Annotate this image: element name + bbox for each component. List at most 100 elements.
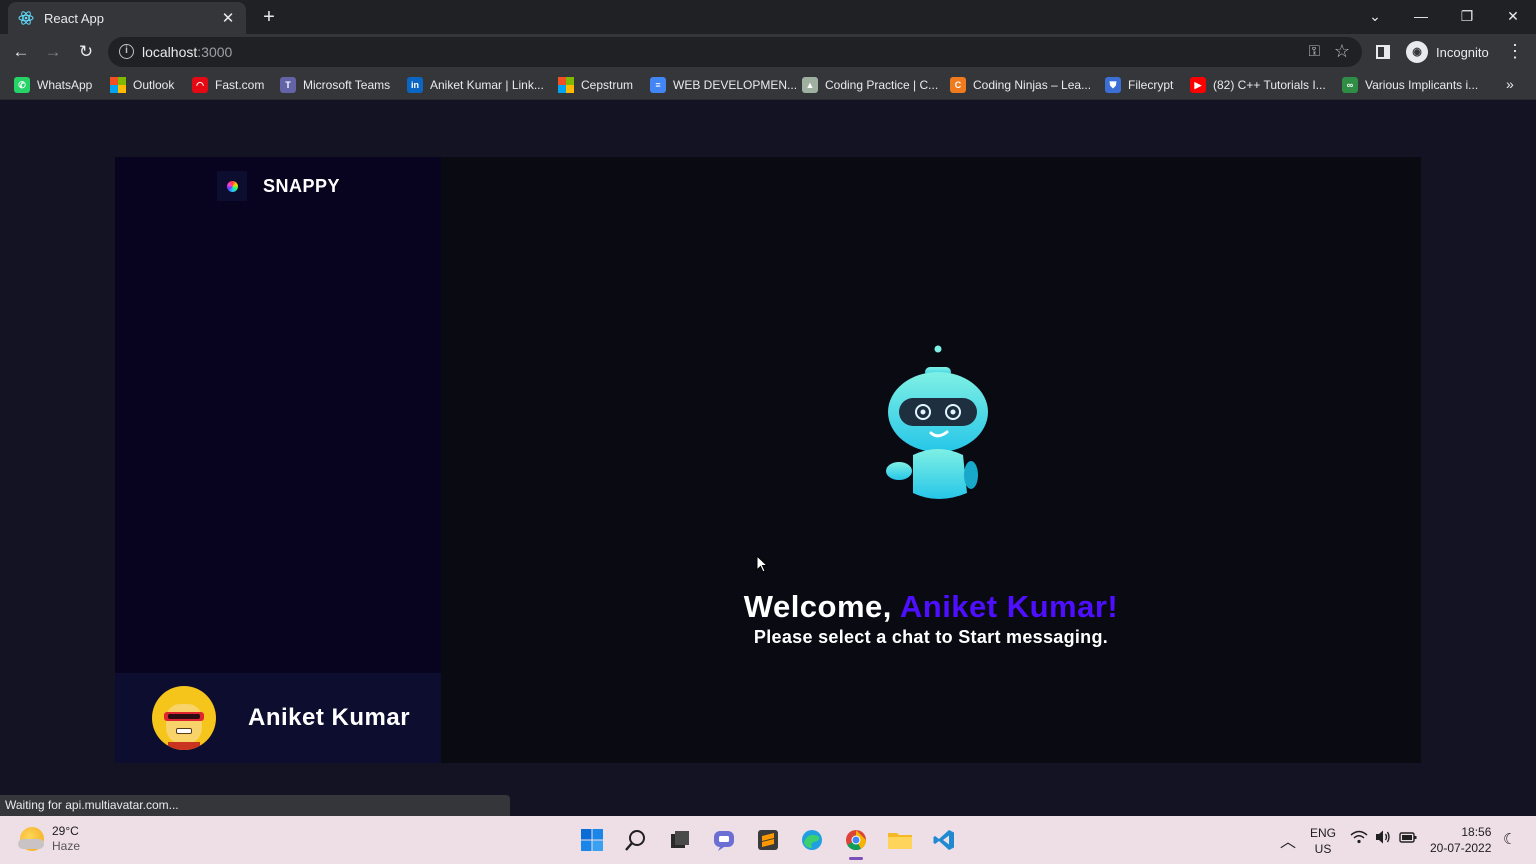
- current-user-name: Aniket Kumar: [248, 704, 411, 731]
- tab-title: React App: [44, 10, 104, 26]
- close-window-button[interactable]: ✕: [1490, 0, 1536, 32]
- sublime-text-icon[interactable]: [754, 826, 782, 854]
- bookmark-item[interactable]: ▶ (82) C++ Tutorials I...: [1190, 76, 1326, 94]
- brand: SNAPPY: [217, 171, 340, 201]
- bookmark-item[interactable]: ∞ Various Implicants i...: [1342, 76, 1478, 94]
- input-language[interactable]: ENG US: [1310, 825, 1336, 857]
- bookmark-label: (82) C++ Tutorials I...: [1213, 78, 1326, 92]
- bookmark-label: WEB DEVELOPMEN...: [673, 78, 798, 92]
- weather-temp: 29°C: [52, 824, 79, 838]
- bookmark-label: Various Implicants i...: [1365, 78, 1479, 92]
- react-icon: [18, 10, 34, 26]
- bookmark-item[interactable]: C Coding Ninjas – Lea...: [950, 76, 1091, 94]
- bookmark-item[interactable]: ≡ WEB DEVELOPMEN...: [650, 76, 797, 94]
- incognito-profile-button[interactable]: ◉ Incognito: [1404, 38, 1499, 66]
- bookmark-item[interactable]: Outlook: [110, 76, 174, 94]
- gfg-icon: ∞: [1342, 77, 1358, 93]
- bookmark-item[interactable]: ◠ Fast.com: [192, 76, 264, 94]
- browser-toolbar: ← → ↻ i localhost:3000 ⚿ ☆ ◉ Incognito ⋮: [0, 34, 1536, 70]
- weather-widget[interactable]: 29°C Haze: [18, 824, 81, 854]
- welcome-text: Welcome, Aniket Kumar! Please select a c…: [441, 589, 1421, 648]
- robot-illustration: [886, 345, 988, 499]
- url-text[interactable]: localhost:3000: [142, 44, 232, 60]
- more-bookmarks-icon[interactable]: »: [1506, 76, 1514, 92]
- minimize-button[interactable]: —: [1398, 0, 1444, 32]
- wifi-icon[interactable]: [1350, 830, 1368, 847]
- teams-icon: T: [280, 77, 296, 93]
- current-user: Aniket Kumar: [115, 673, 441, 763]
- bookmark-label: Filecrypt: [1128, 78, 1174, 92]
- clock-time: 18:56: [1461, 825, 1492, 839]
- file-explorer-icon[interactable]: [886, 826, 914, 854]
- codingninjas-icon: C: [950, 77, 966, 93]
- tray-chevron-icon[interactable]: ︿: [1280, 828, 1296, 852]
- linkedin-icon: in: [407, 77, 423, 93]
- incognito-icon: ◉: [1406, 41, 1428, 63]
- whatsapp-icon: ✆: [14, 77, 30, 93]
- forward-icon[interactable]: →: [40, 39, 66, 65]
- tab-react-app[interactable]: React App ✕: [8, 2, 246, 34]
- mountain-icon: ▲: [802, 77, 818, 93]
- brand-name: SNAPPY: [263, 175, 341, 196]
- site-info-icon[interactable]: i: [119, 44, 134, 59]
- new-tab-button[interactable]: +: [257, 6, 281, 28]
- bookmark-label: WhatsApp: [37, 78, 93, 92]
- vscode-icon[interactable]: [930, 826, 958, 854]
- bookmark-item[interactable]: Cepstrum: [558, 76, 633, 94]
- bookmarks-bar: ✆ WhatsApp Outlook ◠ Fast.com T Microsoft Team…: [0, 70, 1536, 100]
- tab-close-icon[interactable]: ✕: [220, 9, 236, 27]
- welcome-subtitle: Please select a chat to Start messaging.: [753, 627, 1109, 647]
- welcome-panel: Welcome, Aniket Kumar! Please select a c…: [441, 157, 1421, 763]
- bookmark-item[interactable]: in Aniket Kumar | Link...: [407, 76, 544, 94]
- bookmark-label: Coding Ninjas – Lea...: [973, 78, 1092, 92]
- snappy-logo-icon: [217, 171, 247, 201]
- shield-icon: ⛊: [1105, 77, 1121, 93]
- task-view-icon[interactable]: [666, 826, 694, 854]
- welcome-username: Aniket Kumar!: [899, 589, 1119, 624]
- mouse-cursor-icon: [756, 555, 768, 573]
- bookmark-item[interactable]: ▲ Coding Practice | C...: [802, 76, 938, 94]
- tab-search-icon[interactable]: ⌄: [1352, 0, 1398, 32]
- microsoft-icon: [558, 77, 574, 93]
- teams-chat-icon[interactable]: [710, 826, 738, 854]
- bookmark-item[interactable]: T Microsoft Teams: [280, 76, 390, 94]
- bookmark-label: Coding Practice | C...: [825, 78, 939, 92]
- bookmark-item[interactable]: ⛊ Filecrypt: [1105, 76, 1173, 94]
- bookmark-label: Microsoft Teams: [303, 78, 391, 92]
- tab-strip: React App ✕ + ⌄ — ❐ ✕: [0, 0, 1536, 34]
- volume-icon[interactable]: [1374, 829, 1392, 848]
- back-icon[interactable]: ←: [8, 39, 34, 65]
- weather-condition: Haze: [52, 839, 81, 853]
- chat-container: SNAPPY Aniket Kumar Welcome, Aniket Kuma…: [115, 157, 1421, 763]
- edge-icon[interactable]: [798, 826, 826, 854]
- clock-date: 20-07-2022: [1430, 841, 1492, 855]
- windows-start-icon[interactable]: [578, 826, 606, 854]
- fast-icon: ◠: [192, 77, 208, 93]
- battery-icon[interactable]: [1399, 830, 1417, 847]
- windows-taskbar: 29°C Haze ︿ ENG US 18:56 20-07-2022 ☾: [0, 816, 1536, 864]
- incognito-label: Incognito: [1436, 44, 1489, 60]
- status-bubble: Waiting for api.multiavatar.com...: [0, 795, 510, 816]
- taskbar-clock[interactable]: 18:56 20-07-2022: [1430, 824, 1491, 856]
- search-icon[interactable]: [622, 826, 650, 854]
- docs-icon: ≡: [650, 77, 666, 93]
- address-bar[interactable]: i localhost:3000 ⚿ ☆: [108, 37, 1362, 67]
- microsoft-icon: [110, 77, 126, 93]
- notification-moon-icon[interactable]: ☾: [1503, 830, 1516, 848]
- bookmark-star-icon[interactable]: ☆: [1334, 41, 1350, 62]
- page-viewport: SNAPPY Aniket Kumar Welcome, Aniket Kuma…: [0, 101, 1536, 816]
- bookmark-label: Aniket Kumar | Link...: [430, 78, 544, 92]
- chrome-icon[interactable]: [842, 826, 870, 860]
- reload-icon[interactable]: ↻: [73, 39, 99, 65]
- weather-haze-icon: [18, 827, 44, 851]
- restore-button[interactable]: ❐: [1444, 0, 1490, 32]
- side-panel-icon[interactable]: [1376, 45, 1390, 59]
- avatar: [152, 686, 216, 750]
- chrome-menu-icon[interactable]: ⋮: [1506, 42, 1524, 60]
- bookmark-label: Outlook: [133, 78, 175, 92]
- contacts-panel: SNAPPY Aniket Kumar: [115, 157, 441, 763]
- bookmark-item[interactable]: ✆ WhatsApp: [14, 76, 92, 94]
- welcome-heading: Welcome, Aniket Kumar!: [743, 589, 1119, 624]
- key-icon[interactable]: ⚿: [1309, 43, 1320, 60]
- youtube-icon: ▶: [1190, 77, 1206, 93]
